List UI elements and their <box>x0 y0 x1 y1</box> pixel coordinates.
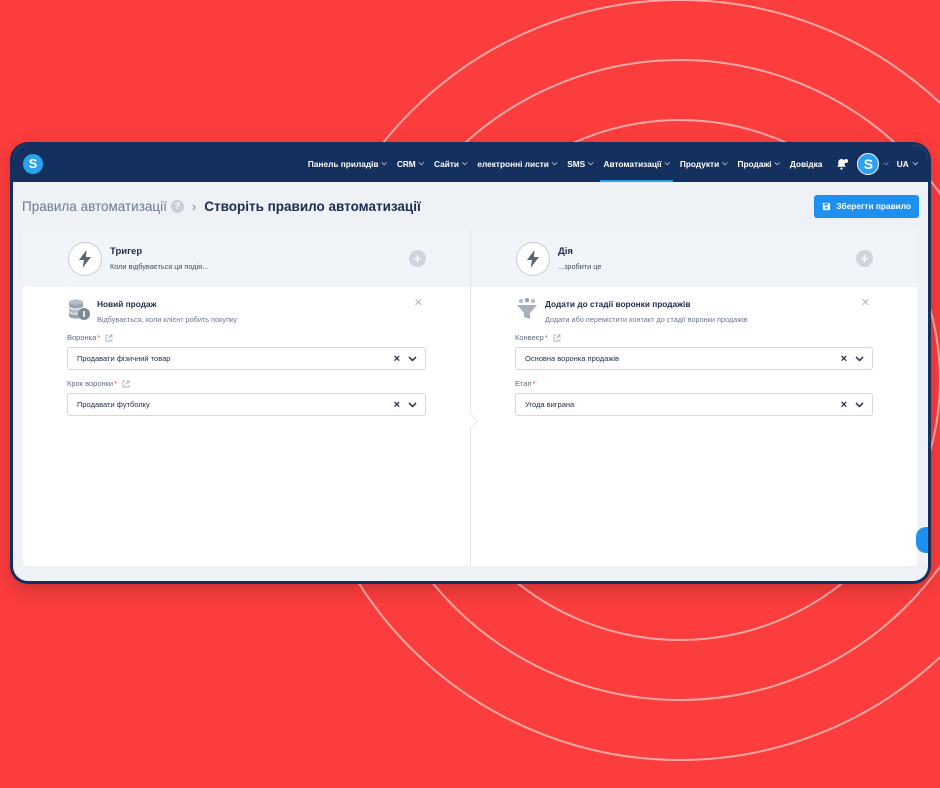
action-header: Дія ...зробити це + <box>471 230 917 287</box>
chevron-down-icon: ⌵ <box>381 159 387 167</box>
nav-item-products[interactable]: Продукти ⌵ <box>675 145 733 182</box>
chevron-down-icon: ⌵ <box>722 159 728 167</box>
trigger-title: Тригер <box>110 246 143 257</box>
chevron-down-icon: ⌵ <box>774 159 780 167</box>
chevron-down-icon[interactable]: ⌵ <box>883 160 888 168</box>
clear-icon[interactable]: × <box>841 353 847 365</box>
trigger-card-subtitle: Відбувається, коли клієнт робить покупку <box>97 315 237 324</box>
close-icon[interactable]: ✕ <box>861 296 870 309</box>
nav-item-help[interactable]: Довідка <box>785 145 828 182</box>
help-icon[interactable]: ? <box>170 199 184 213</box>
breadcrumb-separator-icon: › <box>191 198 197 214</box>
lightning-bolt-icon <box>516 241 550 276</box>
chevron-down-icon[interactable] <box>855 401 864 408</box>
page-header: Правила автоматизації ? › Створіть прави… <box>13 182 928 230</box>
chat-widget-button[interactable] <box>916 527 928 553</box>
nav-item-sites[interactable]: Сайти ⌵ <box>429 145 472 182</box>
rule-builder-panel: Тригер Коли відбувається ця подія... + Н… <box>23 230 917 566</box>
stage-label: Етап * <box>515 379 536 388</box>
breadcrumb-automation-rules[interactable]: Правила автоматизації <box>22 199 167 214</box>
trigger-card-title: Новий продаж <box>97 299 157 309</box>
chevron-down-icon: ⌵ <box>588 159 594 167</box>
add-trigger-button[interactable]: + <box>409 250 426 267</box>
chevron-down-icon[interactable] <box>855 355 864 362</box>
chevron-down-icon: ⌵ <box>418 159 425 167</box>
clear-icon[interactable]: × <box>394 353 400 365</box>
chevron-down-icon: ⌵ <box>462 159 468 167</box>
action-subtitle: ...зробити це <box>558 262 602 271</box>
funnel-select[interactable]: Продавати фізичний товар × <box>67 347 426 370</box>
action-card-subtitle: Додати або перемістити контакт до стадії… <box>545 315 748 324</box>
floppy-disk-icon <box>823 202 831 210</box>
trigger-card: Новий продаж Відбувається, коли клієнт р… <box>23 287 470 416</box>
clear-icon[interactable]: × <box>394 399 400 411</box>
app-window: S Панель приладів ⌵ CRM ⌵ Сайти ⌵ електронн… <box>10 142 931 584</box>
external-link-icon[interactable] <box>122 380 130 388</box>
sales-funnel-icon <box>517 298 537 319</box>
pipeline-select[interactable]: Основна воронка продажів × <box>515 347 873 370</box>
nav-item-dashboard[interactable]: Панель приладів ⌵ <box>303 145 392 182</box>
external-link-icon[interactable] <box>553 334 561 342</box>
clear-icon[interactable]: × <box>841 399 847 411</box>
nav-item-sms[interactable]: SMS ⌵ <box>562 145 598 182</box>
app-window-content: S Панель приладів ⌵ CRM ⌵ Сайти ⌵ електронн… <box>13 145 928 581</box>
funnel-label: Воронка * <box>67 333 426 342</box>
top-navbar: S Панель приладів ⌵ CRM ⌵ Сайти ⌵ електронн… <box>13 145 928 182</box>
funnel-step-select[interactable]: Продавати футболку × <box>67 393 426 416</box>
notification-dot <box>844 158 849 163</box>
language-selector[interactable]: UA ⌵ <box>897 159 918 169</box>
nav-item-automations[interactable]: Автоматизації ⌵ <box>598 145 674 182</box>
nav-item-crm[interactable]: CRM ⌵ <box>392 145 429 182</box>
nav-menu: Панель приладів ⌵ CRM ⌵ Сайти ⌵ електронні … <box>303 145 918 182</box>
nav-item-sales[interactable]: Продажі ⌵ <box>732 145 784 182</box>
nav-item-emails[interactable]: електронні листи ⌵ <box>472 145 562 182</box>
page-title: Створіть правило автоматизації <box>204 198 421 214</box>
funnel-step-label: Крок воронки * <box>67 379 426 388</box>
coins-database-icon <box>69 299 90 320</box>
trigger-subtitle: Коли відбувається ця подія... <box>110 262 209 271</box>
trigger-column: Тригер Коли відбувається ця подія... + Н… <box>23 230 470 566</box>
close-icon[interactable]: ✕ <box>414 296 423 309</box>
chevron-down-icon: ⌵ <box>664 159 670 167</box>
action-title: Дія <box>558 246 573 257</box>
action-column: Дія ...зробити це + Додати до стадії вор… <box>470 230 917 566</box>
action-card-title: Додати до стадії воронки продажів <box>545 299 691 309</box>
action-card: Додати до стадії воронки продажів Додати… <box>471 287 917 416</box>
stage-select[interactable]: Угода виграна × <box>515 393 873 416</box>
chevron-down-icon: ⌵ <box>912 159 918 167</box>
lightning-bolt-icon <box>68 241 102 276</box>
external-link-icon[interactable] <box>105 334 113 342</box>
chevron-down-icon: ⌵ <box>551 159 558 167</box>
notifications-bell-icon[interactable] <box>833 158 849 170</box>
save-rule-button[interactable]: Зберегти правило <box>814 194 919 218</box>
chevron-down-icon[interactable] <box>408 401 417 408</box>
user-avatar[interactable]: S <box>857 152 880 175</box>
trigger-header: Тригер Коли відбувається ця подія... + <box>23 230 470 287</box>
app-logo[interactable]: S <box>23 153 43 174</box>
add-action-button[interactable]: + <box>856 250 873 267</box>
chevron-down-icon[interactable] <box>408 355 417 362</box>
pipeline-label: Конвеєр * <box>515 333 873 342</box>
